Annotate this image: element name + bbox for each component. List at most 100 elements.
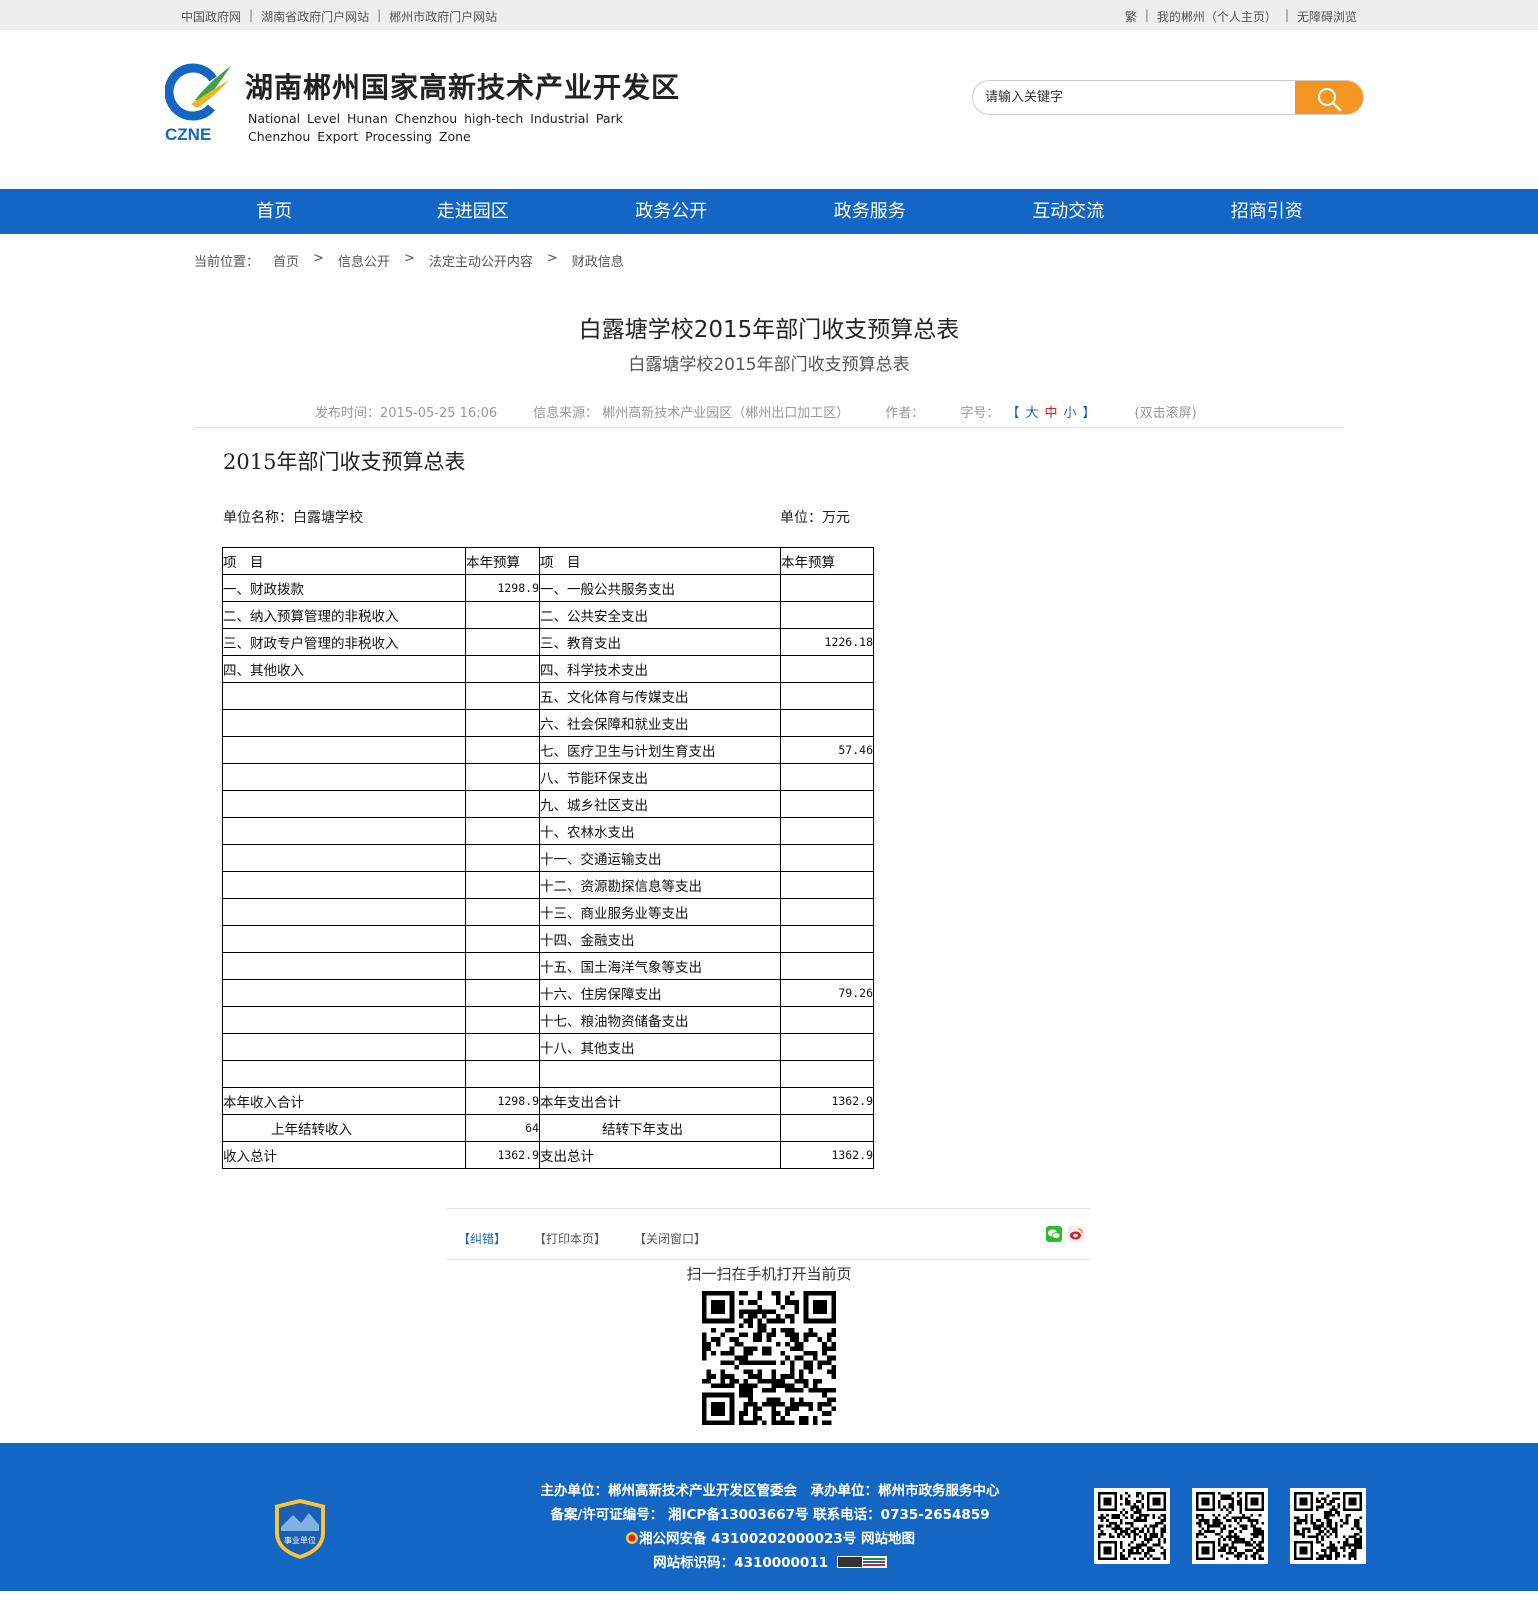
divider [446, 1259, 1091, 1260]
breadcrumb-statutory-content[interactable]: 法定主动公开内容 [429, 251, 533, 270]
table-cell [222, 763, 466, 791]
table-cell [465, 736, 540, 764]
link-accessibility[interactable]: 无障碍浏览 [1297, 8, 1357, 25]
table-cell: 十五、国土海洋气象等支出 [539, 952, 781, 980]
link-traditional[interactable]: 繁 [1125, 8, 1137, 25]
breadcrumb-finance-info[interactable]: 财政信息 [572, 251, 624, 270]
link-chenzhou-gov[interactable]: 郴州市政府门户网站 [389, 8, 497, 25]
page-qr-code [702, 1291, 836, 1425]
table-cell [780, 1114, 874, 1142]
search-input[interactable] [985, 81, 1285, 114]
table-header-row: 项 目 本年预算 项 目 本年预算 [222, 547, 874, 575]
table-row: 收入总计 1362.9 支出总计 1362.9 [222, 1141, 874, 1169]
table-cell [780, 1033, 874, 1061]
header-cell: 本年预算 [780, 547, 874, 575]
footer-info: 主办单位：郴州高新技术产业开发区管委会 承办单位：郴州市政务服务中心 备案/许可… [470, 1479, 1070, 1575]
table-cell [465, 898, 540, 926]
close-window-link[interactable]: 【关闭窗口】 [634, 1230, 706, 1247]
footer-sponsor: 主办单位：郴州高新技术产业开发区管委会 承办单位：郴州市政务服务中心 [540, 1483, 1000, 1499]
table-cell: 十一、交通运输支出 [539, 844, 781, 872]
table-cell [465, 709, 540, 737]
breadcrumb-sep: > [546, 251, 558, 266]
breadcrumb-info-open[interactable]: 信息公开 [338, 251, 390, 270]
footer-police-record[interactable]: 湘公网安备 43100202000023号 网站地图 [470, 1527, 1070, 1551]
table-cell [465, 817, 540, 845]
link-gov-cn[interactable]: 中国政府网 [181, 8, 241, 25]
table-cell: 结转下年支出 [539, 1114, 781, 1142]
qr-code-icon [1098, 1492, 1166, 1560]
footer-icp[interactable]: 备案/许可证编号： 湘ICP备13003667号 联系电话：0735-26548… [470, 1503, 1070, 1527]
table-row: 十三、商业服务业等支出 [222, 898, 874, 926]
table-cell [465, 952, 540, 980]
table-cell [780, 601, 874, 629]
double-click-scroll[interactable]: (双击滚屏) [1135, 402, 1197, 421]
table-row: 八、节能环保支出 [222, 763, 874, 791]
unit-name: 单位名称：白露塘学校 [223, 510, 363, 526]
font-size-label: 字号： [960, 406, 1000, 421]
nav-item-home[interactable]: 首页 [175, 189, 374, 234]
table-cell: 六、社会保障和就业支出 [539, 709, 781, 737]
qr-caption: 扫一扫在手机打开当前页 [686, 1265, 852, 1283]
table-cell [465, 1060, 540, 1088]
breadcrumb-home[interactable]: 首页 [273, 251, 299, 270]
table-cell [780, 763, 874, 791]
table-row: 十七、粮油物资储备支出 [222, 1006, 874, 1034]
table-cell: 十八、其他支出 [539, 1033, 781, 1061]
nav-item-gov-affairs-open[interactable]: 政务公开 [572, 189, 771, 234]
nav-item-gov-services[interactable]: 政务服务 [771, 189, 970, 234]
table-row: 十四、金融支出 [222, 925, 874, 953]
font-size-switcher: 字号： 【大中小】 [960, 402, 1098, 421]
institution-badge[interactable]: 事业单位 [273, 1497, 327, 1561]
table-cell [780, 844, 874, 872]
footer-qr-1 [1094, 1488, 1170, 1564]
site-logo[interactable]: CZNE [164, 62, 233, 144]
nav-item-investment[interactable]: 招商引资 [1168, 189, 1367, 234]
table-cell [222, 1060, 466, 1088]
info-source: 信息来源： 郴州高新技术产业园区（郴州出口加工区） [533, 406, 850, 421]
nav-item-interaction[interactable]: 互动交流 [969, 189, 1168, 234]
table-cell: 79.26 [780, 979, 874, 1007]
table-cell: 十四、金融支出 [539, 925, 781, 953]
article-meta: 发布时间：2015-05-25 16:06 信息来源： 郴州高新技术产业园区（郴… [315, 402, 1197, 421]
table-cell [222, 682, 466, 710]
correct-error-link[interactable]: 【纠错】 [458, 1230, 506, 1247]
cnzz-badge-icon[interactable] [836, 1556, 887, 1568]
table-cell [465, 682, 540, 710]
table-cell: 1298.9 [465, 1087, 540, 1115]
page-bottom-margin [0, 1591, 1538, 1613]
font-size-medium[interactable]: 中 [1045, 406, 1058, 421]
link-my-chenzhou[interactable]: 我的郴州（个人主页） [1157, 8, 1277, 25]
table-cell [222, 736, 466, 764]
qr-code-icon [1196, 1492, 1264, 1560]
font-size-small[interactable]: 小 [1064, 406, 1077, 421]
table-cell [780, 1006, 874, 1034]
table-cell: 1298.9 [465, 574, 540, 602]
nav-item-about-park[interactable]: 走进园区 [374, 189, 573, 234]
footer-site-id-text: 网站标识码：4310000011 [653, 1555, 829, 1571]
footer-qr-3 [1290, 1488, 1366, 1564]
table-cell: 一、财政拨款 [222, 574, 466, 602]
table-cell: 三、财政专户管理的非税收入 [222, 628, 466, 656]
divider [446, 1208, 1091, 1209]
top-bar: 中国政府网 | 湖南省政府门户网站 | 郴州市政府门户网站 繁 | 我的郴州（个… [0, 0, 1538, 30]
table-cell [222, 979, 466, 1007]
police-badge-icon [626, 1532, 639, 1544]
table-cell: 四、其他收入 [222, 655, 466, 683]
table-cell [222, 790, 466, 818]
font-bracket-close: 】 [1082, 406, 1096, 421]
search-box [972, 80, 1364, 115]
font-size-large[interactable]: 大 [1025, 406, 1038, 421]
weibo-share-icon[interactable] [1068, 1226, 1084, 1242]
wechat-share-icon[interactable] [1046, 1226, 1062, 1242]
link-hunan-gov[interactable]: 湖南省政府门户网站 [261, 8, 369, 25]
separator: | [1284, 8, 1289, 22]
table-cell [222, 1006, 466, 1034]
breadcrumb: 当前位置： 首页 > 信息公开 > 法定主动公开内容 > 财政信息 [194, 251, 624, 270]
separator: | [377, 8, 382, 22]
search-button[interactable] [1295, 81, 1363, 114]
site-english-line-1: National Level Hunan Chenzhou high-tech … [248, 111, 623, 126]
table-cell [222, 1033, 466, 1061]
table-cell [780, 1060, 874, 1088]
print-page-link[interactable]: 【打印本页】 [534, 1230, 606, 1247]
breadcrumb-sep: > [403, 251, 415, 266]
